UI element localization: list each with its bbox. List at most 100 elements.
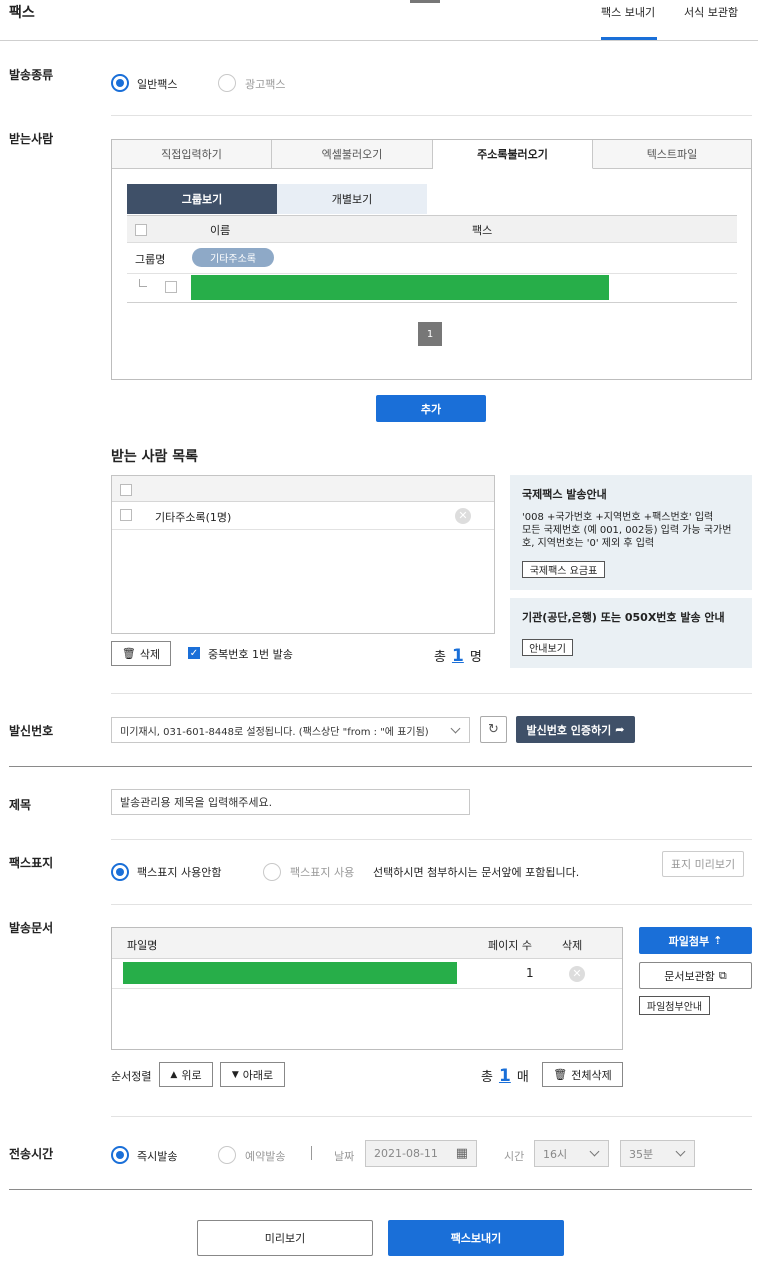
hour-select[interactable]: 16시 [534,1140,609,1167]
tab-form-storage[interactable]: 서식 보관함 [684,4,738,20]
header-divider [0,40,758,41]
document-table: 파일명 페이지 수 삭제 1 ✕ [111,927,623,1050]
recipient-item-label: 기타주소록(1명) [155,511,232,524]
date-input[interactable]: 2021-08-11 ▦ [365,1140,477,1167]
document-total-count: 1 [498,1066,511,1086]
document-total: 총 1 매 [481,1066,529,1086]
remove-recipient-icon[interactable]: ✕ [455,508,471,524]
radio-ad-fax[interactable] [218,74,236,92]
sender-number-select[interactable]: 미기재시, 031-601-8448로 설정됩니다. (팩스상단 "from :… [111,717,470,743]
intl-fax-rate-button[interactable]: 국제팩스 요금표 [522,561,605,578]
tree-branch-icon [139,279,147,287]
row-divider [127,302,737,303]
verify-sender-button[interactable]: 발신번호 인증하기 ➦ [516,716,635,743]
trash-icon: 🗑 [553,1068,568,1081]
documents-label: 발송문서 [9,921,54,935]
attach-guide-button[interactable]: 파일첨부안내 [639,996,710,1015]
radio-no-cover[interactable] [111,863,129,881]
recipient-list-box: 기타주소록(1명) ✕ [111,475,495,634]
cover-note: 선택하시면 첨부하시는 문서앞에 포함됩니다. [373,866,580,879]
radio-normal-fax[interactable] [111,74,129,92]
row-divider [127,273,737,274]
sender-number-value: 미기재시, 031-601-8448로 설정됩니다. (팩스상단 "from :… [120,726,429,738]
radio-schedule[interactable] [218,1146,236,1164]
column-pages-header: 페이지 수 [488,939,532,952]
dedupe-label: 중복번호 1번 발송 [208,648,293,661]
group-name-label: 그룹명 [135,253,166,266]
separator [311,1146,312,1160]
group-badge[interactable]: 기타주소록 [192,248,274,267]
address-row-checkbox[interactable] [165,281,177,293]
divider [9,1189,752,1190]
delete-all-button[interactable]: 🗑 전체삭제 [542,1062,623,1087]
divider [9,766,752,767]
tab-direct-input[interactable]: 직접입력하기 [112,140,272,169]
org-fax-guide-button[interactable]: 안내보기 [522,639,573,656]
date-label: 날짜 [334,1150,355,1163]
recipient-list-select-all[interactable] [120,484,132,496]
cover-preview-button[interactable]: 표지 미리보기 [662,851,744,877]
preview-button[interactable]: 미리보기 [197,1220,373,1256]
intl-fax-info-line: 호, 지역번호는 '0' 제외 후 입력 [522,538,655,549]
subject-input[interactable]: 발송관리용 제목을 입력해주세요. [111,789,470,815]
column-name-header: 이름 [210,224,231,237]
send-time-label: 전송시간 [9,1147,54,1161]
row-divider [112,988,622,989]
recipient-list-title: 받는 사람 목록 [111,449,199,465]
move-down-button[interactable]: ▼ 아래로 [220,1062,285,1087]
view-group-tab[interactable]: 그룹보기 [127,184,277,214]
recipient-total-count: 1 [451,646,464,666]
dedupe-checkbox[interactable]: ✓ [188,647,200,659]
calendar-icon: ▦ [455,1146,468,1161]
delete-recipient-button[interactable]: 🗑 삭제 [111,641,171,666]
send-fax-button[interactable]: 팩스보내기 [388,1220,564,1256]
radio-ad-fax-label: 광고팩스 [245,78,286,91]
file-page-count: 1 [526,966,534,980]
view-individual-tab[interactable]: 개별보기 [277,184,427,214]
add-recipient-button[interactable]: 추가 [376,395,486,422]
divider [111,904,752,905]
org-fax-info-box: 기관(공단,은행) 또는 050X번호 발송 안내 안내보기 [510,598,752,668]
time-label: 시간 [504,1150,525,1163]
radio-no-cover-label: 팩스표지 사용안함 [137,866,222,879]
tab-fax-send[interactable]: 팩스 보내기 [601,4,655,20]
remove-file-icon[interactable]: ✕ [569,966,585,982]
subject-label: 제목 [9,798,32,812]
tab-excel-import[interactable]: 엑셀불러오기 [272,140,433,169]
copy-icon: ⧉ [718,968,727,982]
divider [111,839,752,840]
attach-file-button[interactable]: 파일첨부 ⇡ [639,927,752,954]
refresh-button[interactable]: ↻ [480,716,507,743]
radio-send-now-label: 즉시발송 [137,1150,178,1163]
triangle-up-icon: ▲ [170,1069,178,1080]
recipient-input-panel: 직접입력하기 엑셀불러오기 주소록불러오기 텍스트파일 그룹보기 개별보기 이름… [111,139,752,380]
move-up-button[interactable]: ▲ 위로 [159,1062,213,1087]
recipient-list-header [112,476,494,502]
chevron-down-icon [589,1146,600,1157]
radio-send-now[interactable] [111,1146,129,1164]
redacted-address-row [191,275,609,300]
radio-schedule-label: 예약발송 [245,1150,286,1163]
send-type-label: 발송종류 [9,68,54,82]
intl-fax-info-box: 국제팩스 발송안내 '008 +국가번호 +지역번호 +팩스번호' 입력 모든 … [510,475,752,590]
triangle-down-icon: ▼ [231,1069,239,1080]
tab-address-book[interactable]: 주소록불러오기 [433,140,593,169]
recipient-item-checkbox[interactable] [120,509,132,521]
refresh-icon: ↻ [488,722,499,737]
redacted-file-name [123,962,457,984]
pagination-current-page[interactable]: 1 [418,322,442,346]
minute-select[interactable]: 35분 [620,1140,695,1167]
chevron-down-icon [450,723,461,733]
org-fax-info-title: 기관(공단,은행) 또는 050X번호 발송 안내 [522,611,725,624]
fax-cover-label: 팩스표지 [9,856,54,870]
divider [111,693,752,694]
tab-text-file[interactable]: 텍스트파일 [593,140,751,169]
document-storage-button[interactable]: 문서보관함 ⧉ [639,962,752,989]
column-delete-header: 삭제 [562,939,583,952]
row-divider [112,529,494,530]
radio-use-cover[interactable] [263,863,281,881]
select-all-checkbox[interactable] [135,224,147,236]
upload-icon: ⇡ [713,934,723,947]
sort-order-label: 순서정렬 [111,1070,152,1083]
recipient-total: 총 1 명 [434,646,482,666]
